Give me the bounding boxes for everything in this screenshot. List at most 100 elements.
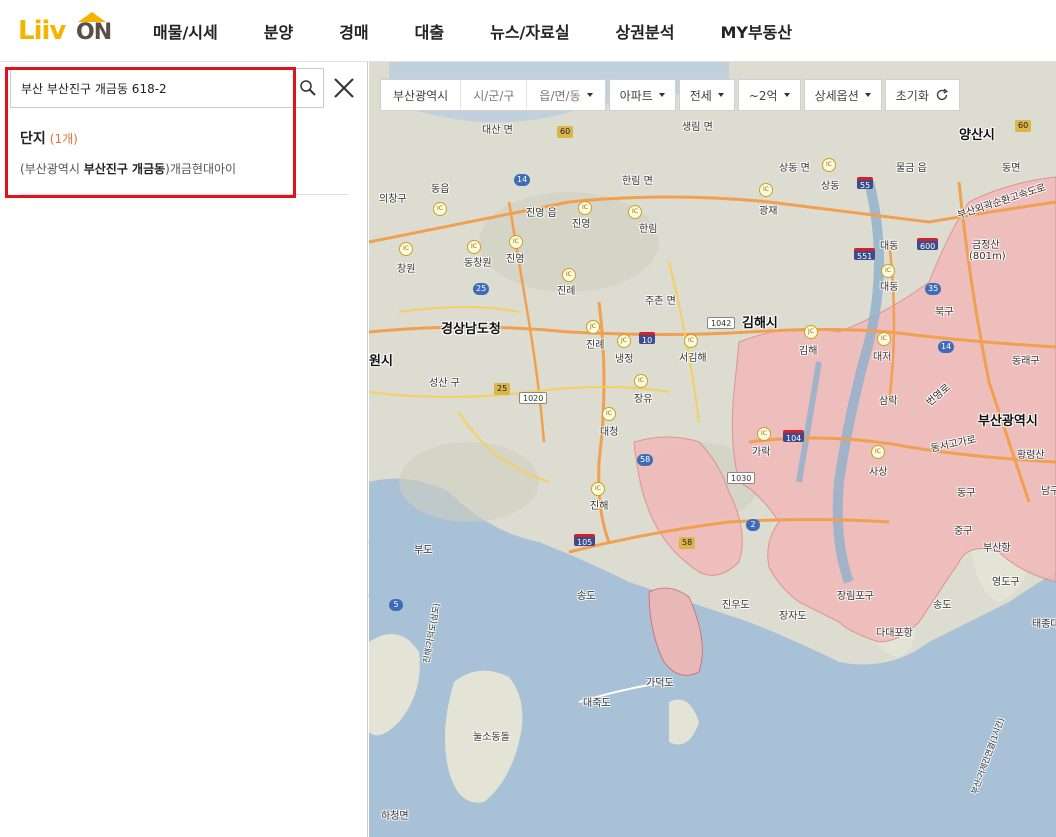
map-label: 진해: [590, 501, 609, 512]
search-results: 단지 (1개) (부산광역시 부산진구 개금동)개금현대아이: [20, 128, 350, 177]
map-label: 김해: [799, 346, 818, 357]
chevron-down-icon: [783, 93, 790, 97]
chevron-down-icon: [864, 93, 871, 97]
road-shield: 14: [514, 174, 531, 186]
road-shield: 1020: [519, 392, 548, 404]
map-label: 창원: [397, 264, 416, 275]
map-label: 광재: [759, 206, 778, 217]
road-shield: 35: [925, 283, 942, 295]
logo-text-on: ON: [76, 20, 112, 45]
map-label: 서김해: [679, 353, 707, 364]
reset-filters-button[interactable]: 초기화: [884, 79, 960, 111]
ic-marker-icon: IC: [433, 202, 447, 216]
map-label: 가덕도: [646, 678, 674, 689]
map-label: 대죽도: [583, 698, 611, 709]
result-item-suffix: )개금현대아이: [165, 162, 237, 176]
region-dong-label: 읍/면/동: [539, 88, 581, 103]
map-label: 부산항: [983, 543, 1011, 554]
ic-marker-icon: IC: [399, 242, 413, 256]
nav-item-commercial[interactable]: 상권분석: [616, 19, 675, 43]
road-shield: 2: [746, 519, 760, 531]
ic-marker-icon: JC: [804, 325, 818, 339]
map-label: 중구: [954, 526, 973, 537]
map-label: 대산 면: [482, 125, 513, 136]
map-label: 동읍: [431, 184, 450, 195]
map-filter-bar: 부산광역시 시/군/구 읍/면/동 아파트 전세 ~2억 상세옵션 초기화: [380, 79, 963, 113]
search-icon: [300, 80, 316, 96]
ic-marker-icon: IC: [578, 201, 592, 215]
region-sido-select[interactable]: 부산광역시: [381, 80, 462, 110]
map-label: 진우도: [722, 600, 750, 611]
logo-text-liiv: Liiv: [18, 16, 66, 46]
chevron-down-icon: [586, 93, 593, 97]
ic-marker-icon: IC: [759, 183, 773, 197]
map-label: 원시: [369, 354, 393, 369]
result-divider: [20, 194, 348, 195]
nav-item-news[interactable]: 뉴스/자료실: [490, 19, 569, 43]
map-label: (801m): [969, 251, 1006, 262]
map-view[interactable]: 대산 면 생림 면 양산시 의창구 동읍 한림 면 상동 면 물금 읍 동면 진…: [369, 62, 1056, 837]
ic-marker-icon: IC: [628, 205, 642, 219]
map-label: 남구: [1041, 486, 1056, 497]
map-label: 하청면: [381, 811, 409, 822]
top-header: Liiv ON 매물/시세 분양 경매 대출 뉴스/자료실 상권분석 MY부동산: [0, 0, 1056, 62]
property-type-label: 아파트: [619, 88, 653, 103]
result-item-complex[interactable]: (부산광역시 부산진구 개금동)개금현대아이: [20, 160, 350, 177]
map-label: 다대포항: [876, 628, 913, 639]
nav-item-presale[interactable]: 분양: [264, 19, 293, 43]
deal-type-label: 전세: [689, 88, 712, 103]
ic-marker-icon: IC: [602, 407, 616, 421]
deal-type-dropdown[interactable]: 전세: [678, 79, 735, 111]
refresh-icon: [936, 88, 948, 101]
map-label: 한림: [639, 224, 658, 235]
map-label: 진영: [572, 219, 591, 230]
chevron-down-icon: [717, 93, 724, 97]
region-sigungu-select[interactable]: 시/군/구: [461, 80, 528, 110]
property-type-dropdown[interactable]: 아파트: [608, 79, 676, 111]
map-label: 장자도: [779, 611, 807, 622]
road-shield: 105: [574, 534, 596, 547]
search-box: [10, 68, 324, 108]
road-shield: 104: [783, 430, 805, 443]
map-label: 물금 읍: [896, 163, 927, 174]
price-dropdown[interactable]: ~2억: [737, 79, 801, 111]
region-dong-select[interactable]: 읍/면/동: [527, 80, 604, 110]
map-label: 눌소동돌: [473, 732, 510, 743]
road-shield: 1042: [707, 317, 736, 329]
map-label: 송도: [577, 591, 596, 602]
map-label: 진영: [506, 254, 525, 265]
ic-marker-icon: IC: [634, 374, 648, 388]
nav-item-auction[interactable]: 경매: [339, 19, 368, 43]
search-button[interactable]: [293, 69, 323, 107]
map-label: 동구: [957, 488, 976, 499]
map-label: 생림 면: [682, 122, 713, 133]
map-label: 대청: [600, 427, 619, 438]
road-shield: 60: [1015, 120, 1032, 132]
close-search-button[interactable]: [330, 74, 358, 102]
map-label: 경상남도청: [441, 322, 501, 337]
road-shield: 58: [679, 537, 696, 549]
map-label: 가락: [752, 447, 771, 458]
liivon-logo[interactable]: Liiv ON: [18, 12, 114, 48]
map-label: 부도: [414, 545, 433, 556]
road-shield: 5: [389, 599, 403, 611]
reset-label: 초기화: [895, 88, 929, 103]
ic-marker-icon: JC: [617, 334, 631, 348]
nav-item-listing[interactable]: 매물/시세: [153, 19, 218, 43]
map-label: 의창구: [379, 194, 407, 205]
detail-options-label: 상세옵션: [814, 88, 859, 103]
map-label: 송도: [933, 600, 952, 611]
nav-item-my-realestate[interactable]: MY부동산: [720, 19, 792, 43]
ic-marker-icon: IC: [591, 482, 605, 496]
search-input[interactable]: [11, 69, 293, 107]
map-label: 성산 구: [429, 378, 460, 389]
map-label: 금정산: [972, 240, 1000, 251]
main-nav: 매물/시세 분양 경매 대출 뉴스/자료실 상권분석 MY부동산: [130, 0, 815, 62]
map-label: 대저: [873, 352, 892, 363]
nav-item-loan[interactable]: 대출: [415, 19, 444, 43]
detail-options-dropdown[interactable]: 상세옵션: [803, 79, 882, 111]
road-shield: 1030: [727, 472, 756, 484]
price-label: ~2억: [748, 88, 778, 103]
map-label: 상동 면: [779, 163, 810, 174]
ic-marker-icon: IC: [871, 445, 885, 459]
